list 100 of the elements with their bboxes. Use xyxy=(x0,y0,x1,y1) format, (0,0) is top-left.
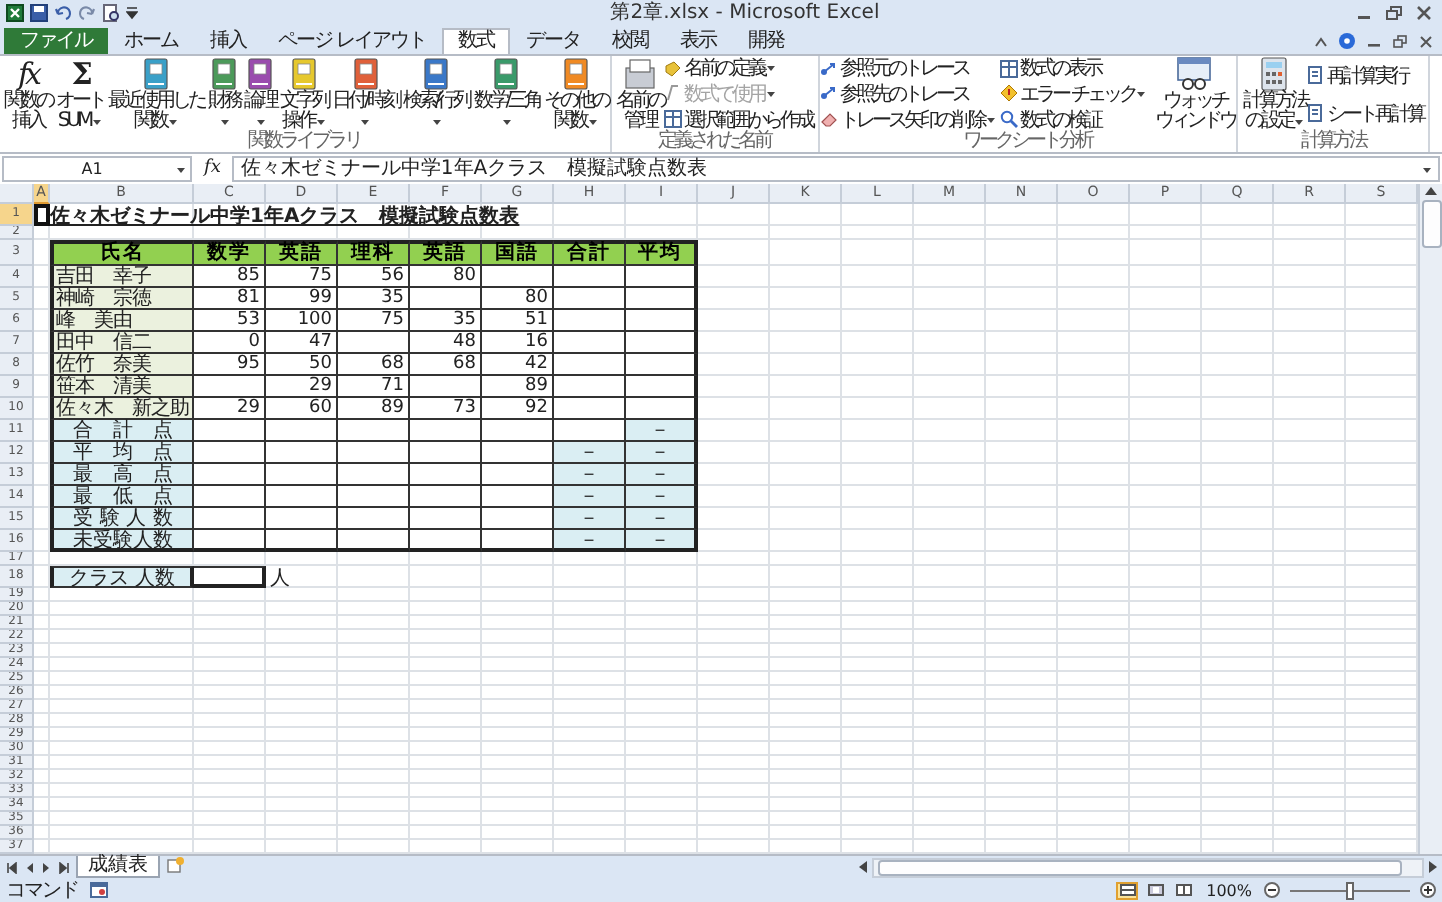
zoom-level[interactable]: 100% xyxy=(1200,881,1258,899)
ribbon-button[interactable]: シート再計算 xyxy=(1306,101,1423,125)
zoom-slider-thumb[interactable] xyxy=(1346,881,1354,899)
ribbon-button[interactable]: 名前の定義 xyxy=(664,56,813,81)
arrow-icon xyxy=(820,84,839,103)
ribbon-button[interactable]: Σ オート SUM xyxy=(52,56,104,132)
help-icon[interactable] xyxy=(1338,32,1356,50)
name-box[interactable]: A1 xyxy=(2,156,192,182)
ribbon-button[interactable]: 日付/時刻 xyxy=(328,56,399,132)
ribbon-button[interactable]: 数式の検証 xyxy=(1000,107,1147,132)
unit-label: 人 xyxy=(268,566,292,588)
ribbon-tab[interactable]: 表示 xyxy=(664,28,733,54)
group-label: 関数ライブラリ xyxy=(246,132,363,150)
function-icon[interactable]: fx xyxy=(196,156,229,182)
ribbon-button[interactable]: 最近使用した 関数 xyxy=(104,56,204,132)
table-cell: － xyxy=(626,464,698,486)
view-button[interactable] xyxy=(1172,881,1195,899)
previous-sheet-icon[interactable] xyxy=(26,861,34,873)
column-header: 国語 xyxy=(482,240,554,266)
function-icon: fx xyxy=(17,56,38,92)
table-cell: 峰 美由 xyxy=(50,310,194,332)
scroll-thumb[interactable] xyxy=(878,859,1402,875)
ribbon-button[interactable]: 再計算実行 xyxy=(1306,63,1423,87)
left-arrow-icon[interactable] xyxy=(858,860,868,874)
ribbon-button[interactable]: 数式の表示 xyxy=(1000,56,1147,81)
sheet-title: 佐々木ゼミナール中学1年Aクラス 模擬試験点数表 xyxy=(50,203,520,229)
undo-icon[interactable] xyxy=(54,4,72,22)
ribbon-tab[interactable]: ファイル xyxy=(4,28,108,54)
caret-icon xyxy=(219,118,229,126)
formula-field[interactable]: 佐々木ゼミナール中学1年Aクラス 模擬試験点数表 xyxy=(232,156,1440,182)
close-icon[interactable] xyxy=(1412,4,1436,22)
table-cell: 最 高 点 xyxy=(50,464,194,486)
ribbon-button[interactable]: エラー チェック xyxy=(1000,81,1147,106)
ribbon-button[interactable]: 検索/行列 xyxy=(398,56,470,132)
caret-icon xyxy=(431,118,442,126)
zoom-out-icon[interactable] xyxy=(1264,882,1280,898)
column-header: 数学 xyxy=(194,240,266,266)
sheet-tab[interactable]: 成績表 xyxy=(76,856,160,878)
column-header: 合計 xyxy=(554,240,626,266)
ribbon-tab[interactable]: ページ レイアウト xyxy=(262,28,443,54)
collapse-ribbon-icon[interactable] xyxy=(1314,35,1328,47)
macro-record-icon[interactable] xyxy=(90,882,108,898)
ribbon-tab[interactable]: 挿入 xyxy=(194,28,262,54)
up-arrow-icon[interactable] xyxy=(1424,186,1438,196)
ribbon-button[interactable]: その他の 関数 xyxy=(540,56,609,132)
ribbon-button[interactable]: 名前の 管理 xyxy=(612,56,665,132)
column-header: 平均 xyxy=(626,240,698,266)
caret-icon xyxy=(1422,165,1432,173)
ribbon-button[interactable]: 選択範囲から作成 xyxy=(664,107,813,132)
ribbon-button[interactable]: 数学/三角 xyxy=(469,56,541,132)
sum-icon: Σ xyxy=(71,56,89,92)
ribbon-tab[interactable]: 開発 xyxy=(732,28,801,54)
right-arrow-icon[interactable] xyxy=(1428,860,1438,874)
restore-icon[interactable] xyxy=(1392,33,1408,49)
insert-sheet-icon[interactable] xyxy=(166,856,186,874)
formula-icon xyxy=(664,84,683,103)
ribbon-button[interactable]: 文字列 操作 xyxy=(276,56,328,132)
table-cell: － xyxy=(554,442,626,464)
table-cell: － xyxy=(626,486,698,508)
zoom-in-icon[interactable] xyxy=(1420,882,1436,898)
ribbon-button[interactable]: 計算方法 の設定 xyxy=(1238,56,1307,132)
table-cell: 最 低 点 xyxy=(50,486,194,508)
table-icon xyxy=(664,110,683,129)
restore-icon[interactable] xyxy=(1382,4,1406,22)
ribbon-tab[interactable]: 校閲 xyxy=(596,28,665,54)
ribbon-tab[interactable]: ホーム xyxy=(108,28,194,54)
view-button[interactable] xyxy=(1144,881,1167,899)
document-icon xyxy=(1306,104,1325,122)
ribbon-button[interactable]: 財務 xyxy=(204,56,240,132)
column-header: 氏名 xyxy=(50,240,194,266)
ribbon-button[interactable]: fx 関数の 挿入 xyxy=(0,56,52,132)
next-sheet-icon[interactable] xyxy=(42,861,50,873)
horizontal-scrollbar[interactable] xyxy=(872,857,1424,877)
scroll-thumb[interactable] xyxy=(1421,200,1441,248)
table-cell: 合 計 点 xyxy=(50,420,194,442)
vertical-scrollbar[interactable] xyxy=(1418,184,1442,854)
caret-icon xyxy=(588,118,599,126)
status-mode: コマンド xyxy=(6,879,78,901)
last-sheet-icon[interactable] xyxy=(58,861,70,873)
table-cell: 未受験人数 xyxy=(50,530,194,552)
ribbon-button[interactable]: 参照先のトレース xyxy=(820,81,997,106)
save-icon[interactable] xyxy=(30,4,48,22)
page-layout-icon xyxy=(1147,884,1164,896)
print-preview-icon[interactable] xyxy=(102,4,120,22)
customize-icon[interactable] xyxy=(126,4,138,22)
ribbon-button[interactable]: ウォッチ ウィンドウ xyxy=(1150,56,1235,132)
redo-icon[interactable] xyxy=(78,4,96,22)
table-cell: 神崎 宗徳 xyxy=(50,288,194,310)
ribbon-tab[interactable]: 数式 xyxy=(442,28,511,54)
ribbon-button[interactable]: 論理 xyxy=(240,56,276,132)
first-sheet-icon[interactable] xyxy=(6,861,18,873)
group-label: 定義された名前 xyxy=(657,132,772,150)
ribbon-button[interactable]: 参照元のトレース xyxy=(820,56,997,81)
table-cell: － xyxy=(554,508,626,530)
ribbon-button[interactable]: トレース矢印の削除 xyxy=(820,107,997,132)
magnifier-icon xyxy=(1000,110,1019,129)
view-button[interactable] xyxy=(1116,881,1139,899)
table-cell: 佐竹 奈美 xyxy=(50,354,194,376)
ribbon-tab[interactable]: データ xyxy=(510,28,597,54)
close-icon[interactable] xyxy=(1418,33,1434,49)
